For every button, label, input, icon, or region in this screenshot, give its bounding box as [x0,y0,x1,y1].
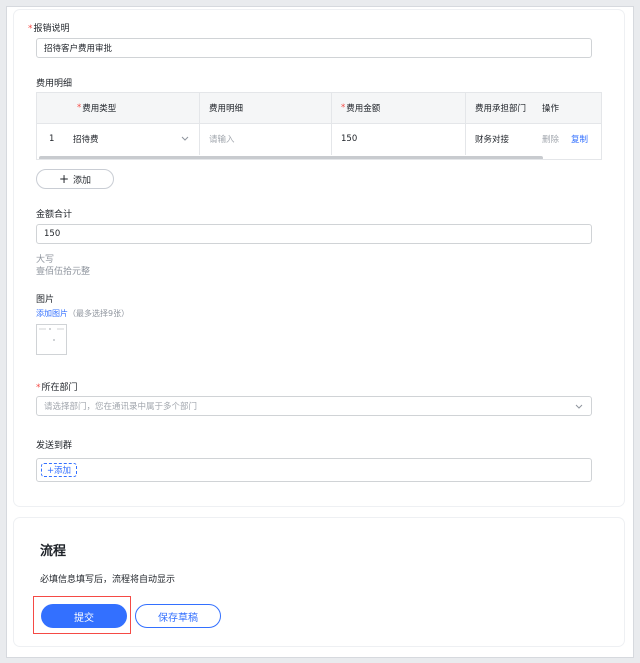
add-row-button[interactable]: + 添加 [36,169,114,189]
save-draft-button[interactable]: 保存草稿 [135,604,221,628]
column-header-type: * 费用类型 [77,103,117,114]
expense-type-select[interactable]: 招待费 [73,124,197,154]
add-group-button[interactable]: +添加 [41,463,77,477]
copy-row-button[interactable]: 复制 [571,124,588,154]
images-hint: （最多选择9张） [68,309,130,318]
flow-title: 流程 [40,544,67,559]
department-select[interactable]: 请选择部门，您在通讯录中属于多个部门 [36,396,592,416]
reason-label: *报销说明 [28,24,70,34]
table-scrollbar[interactable] [39,156,543,159]
chevron-down-icon [181,136,189,141]
expense-amount-input[interactable]: 150 [341,124,461,154]
uppercase-value: 壹佰伍拾元整 [36,267,91,277]
images-label: 图片 [36,295,55,305]
total-label: 金额合计 [36,210,73,220]
total-amount-field: 150 [36,224,592,244]
send-to-group-field [36,458,592,482]
add-image-link[interactable]: 添加图片 [36,309,68,318]
column-header-detail: 费用明细 [209,104,244,114]
required-mark: * [28,24,33,34]
plus-icon: + [58,172,70,186]
row-index: 1 [49,134,55,144]
images-add-row: 添加图片（最多选择9张） [36,308,129,319]
image-thumbnail[interactable] [36,324,67,355]
expense-detail-label: 费用明细 [36,79,73,89]
delete-row-button[interactable]: 删除 [542,124,559,154]
chevron-down-icon [575,404,583,409]
column-header-ops: 操作 [542,104,560,114]
send-to-group-label: 发送到群 [36,441,73,451]
department-label: *所在部门 [36,383,78,393]
form-card [14,10,624,506]
flow-hint: 必填信息填写后，流程将自动显示 [40,575,176,585]
column-header-dept: 费用承担部门 [475,104,527,114]
column-header-amount: * 费用金额 [341,103,381,114]
reason-input[interactable]: 招待客户费用审批 [36,38,592,58]
required-mark: * [36,383,41,393]
expense-detail-input[interactable]: 请输入 [209,124,327,154]
submit-button[interactable]: 提交 [41,604,127,628]
expense-table: * 费用类型 费用明细 * 费用金额 费用承担部门 操作 1 招待费 请输入 150… [36,92,602,160]
image-placeholder-icon [39,328,64,341]
expense-dept-value[interactable]: 财务对接 [475,124,509,154]
